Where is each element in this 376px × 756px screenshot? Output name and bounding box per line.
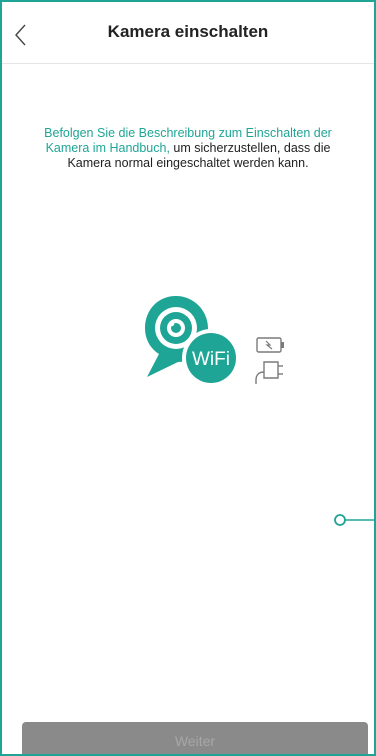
battery-icon xyxy=(256,337,284,353)
floating-handle-icon[interactable] xyxy=(332,512,374,528)
power-options-illustration xyxy=(255,337,284,384)
wifi-camera-icon: WiFi xyxy=(145,296,240,387)
header: Kamera einschalten xyxy=(2,2,374,64)
page-title: Kamera einschalten xyxy=(107,22,269,41)
screen: Kamera einschalten Befolgen Sie die Besc… xyxy=(0,0,376,756)
wifi-badge-text: WiFi xyxy=(192,349,230,370)
instruction-text: Befolgen Sie die Beschreibung zum Einsch… xyxy=(42,126,334,171)
next-button[interactable]: Weiter xyxy=(22,722,368,754)
power-plug-icon xyxy=(255,361,283,384)
